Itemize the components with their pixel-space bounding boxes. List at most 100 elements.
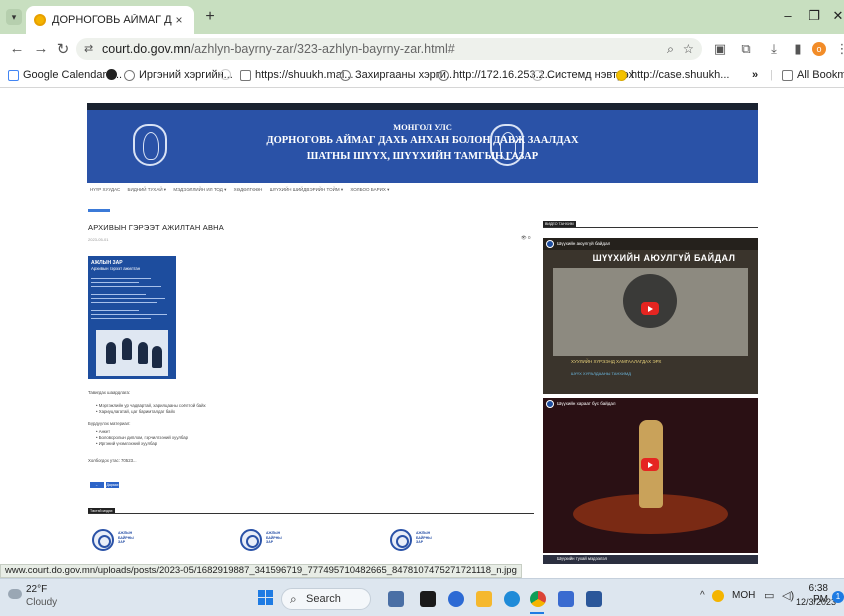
link-status-url: www.court.do.gov.mn/uploads/posts/2023-0…	[0, 564, 522, 578]
play-button-icon[interactable]	[641, 302, 659, 315]
calendar-icon	[8, 69, 19, 81]
menu-item-decisions[interactable]: ШҮҮХИЙН ШИЙДВЭРИЙН ТОЙМ ▾	[270, 187, 344, 192]
forward-icon[interactable]: →	[32, 40, 50, 57]
video-title: Шүүхийн хараат бус байдал	[557, 401, 616, 406]
extension-icon[interactable]: ▣	[712, 41, 728, 57]
address-bar[interactable]: ⇄ court.do.gov.mn/azhlyn-bayrny-zar/323-…	[76, 38, 702, 60]
profile-icon[interactable]: o	[812, 42, 826, 56]
file-explorer-icon[interactable]	[476, 591, 492, 607]
edge-icon[interactable]	[504, 591, 520, 607]
teams-icon[interactable]	[558, 591, 574, 607]
weather-condition[interactable]: Cloudy	[26, 597, 57, 608]
all-bookmarks-button[interactable]: All Bookmarks	[782, 69, 844, 81]
reload-icon[interactable]: ↻	[54, 40, 72, 58]
menu-item-home[interactable]: НҮҮР ХУУДАС	[90, 187, 120, 192]
search-person-icon	[92, 529, 114, 551]
body-text: Холбогдох утас: 70523...	[88, 458, 137, 463]
poster-text-line	[91, 318, 151, 319]
file-icon[interactable]	[420, 591, 436, 607]
bookmark-item[interactable]: https://shuukh.mai...	[240, 69, 353, 81]
separator-icon	[220, 69, 235, 80]
video-embed-info[interactable]: Шүүхийн тухай мэдээлэл	[543, 555, 758, 564]
restore-icon[interactable]: ❐	[804, 8, 824, 24]
site-main-menu: НҮҮР ХУУДАС БИДНИЙ ТУХАЙ ▾ МЭДЭЭЛЛИЙН ИЛ…	[90, 187, 395, 193]
chrome-icon[interactable]	[530, 591, 546, 607]
body-text: • Иргэний үнэмлэхний хуулбар	[96, 441, 158, 446]
tray-app-icon[interactable]	[712, 590, 724, 602]
download-icon[interactable]: ⤓	[766, 41, 782, 57]
related-news-card[interactable]: АЖЛЫН БАЙРНЫ ЗАР	[390, 529, 432, 555]
zoom-icon[interactable]: ⌕	[667, 38, 674, 60]
bookmark-item[interactable]: Иргэний хэргийн...	[124, 69, 233, 81]
site-favicon-icon	[34, 14, 46, 26]
menu-dots-icon[interactable]: ⋮	[834, 41, 844, 57]
back-icon[interactable]: ←	[8, 40, 26, 57]
tab-bar: ▾ ДОРНОГОВЬ АЙМАГ ДАХЬ Ш × + – ❐ ✕	[0, 0, 844, 34]
related-news-card[interactable]: АЖЛЫН БАЙРНЫ ЗАР	[92, 529, 134, 555]
globe-icon	[124, 69, 135, 81]
bookmark-star-icon[interactable]: ☆	[683, 38, 694, 60]
video-title: Шүүхийн аюулгүй байдал	[543, 238, 758, 250]
notification-badge[interactable]: 1	[832, 591, 844, 603]
body-text: • Боловсролын диплом, гэрчилгээний хуулб…	[96, 435, 189, 440]
minimize-icon[interactable]: –	[778, 8, 798, 23]
menu-item-about[interactable]: БИДНИЙ ТУХАЙ ▾	[128, 187, 167, 192]
tab-title: ДОРНОГОВЬ АЙМАГ ДАХЬ Ш	[52, 14, 172, 26]
clock-date[interactable]: 12/3/2023	[796, 597, 836, 607]
menu-item-transparency[interactable]: МЭДЭЭЛЛИЙН ИЛ ТОД ▾	[173, 187, 226, 192]
bookmarks-overflow-button[interactable]: »	[752, 69, 758, 81]
site-top-strip	[87, 103, 758, 110]
sidebar-icon[interactable]: ▮	[790, 41, 806, 57]
folder-icon	[782, 69, 793, 81]
play-button-icon[interactable]	[641, 458, 659, 471]
url-host: court.do.gov.mn	[102, 42, 191, 56]
new-tab-button[interactable]: +	[202, 9, 218, 26]
tray-chevron-icon[interactable]: ^	[700, 590, 705, 601]
volume-icon[interactable]: ◁)	[782, 589, 794, 602]
video-embed-independence[interactable]: Шүүхийн хараат бус байдал	[543, 398, 758, 553]
input-language[interactable]: МОН	[732, 590, 755, 601]
page-icon	[240, 69, 251, 81]
site-icon	[616, 69, 627, 81]
globe-icon	[532, 69, 543, 81]
network-icon[interactable]: ▭	[764, 589, 774, 602]
bookmarks-divider: |	[770, 69, 773, 81]
photos-app-icon[interactable]	[388, 591, 404, 607]
weather-temp[interactable]: 22°F	[26, 584, 47, 595]
close-window-icon[interactable]: ✕	[828, 8, 844, 24]
menu-item-movement[interactable]: ХӨДӨЛГӨӨН	[234, 187, 263, 192]
banner-title-line1: ДОРНОГОВЬ АЙМАГ ДАХЬ АНХАН БОЛОН ДАВЖ ЗА…	[266, 135, 579, 146]
site-info-icon[interactable]: ⇄	[84, 38, 93, 60]
bookmark-item[interactable]: http://case.shuukh...	[616, 69, 729, 81]
search-person-icon	[240, 529, 262, 551]
body-text: • Мэргэжлийн ур чадвартай, харилцааны со…	[96, 403, 206, 408]
word-icon[interactable]	[586, 591, 602, 607]
prev-post-button[interactable]: ← Өмнөх	[90, 482, 104, 493]
windows-start-icon[interactable]	[258, 590, 274, 606]
poster-text-line	[91, 294, 146, 295]
taskbar-search[interactable]: ⌕ Search	[281, 588, 371, 610]
channel-avatar-icon	[546, 400, 554, 408]
post-date: 2023-05-01	[88, 237, 109, 242]
menu-item-contact[interactable]: ХОЛБОО БАРИХ ▾	[350, 187, 389, 192]
poster-text-line	[91, 302, 157, 303]
puzzle-icon[interactable]: ⧉	[738, 41, 754, 57]
category-badge[interactable]	[88, 209, 110, 212]
tab-close-icon[interactable]: ×	[172, 13, 186, 27]
poster-text-line	[91, 282, 139, 283]
bookmark-item[interactable]: Google Calendar -...	[8, 69, 122, 81]
video-embed-security[interactable]: Шүүхийн аюулгүй байдал ШҮҮХИЙН АЮУЛГҮЙ Б…	[543, 238, 758, 394]
next-post-button[interactable]: Дараах	[106, 482, 119, 488]
job-ad-poster[interactable]: АЖЛЫН ЗАР Архивын гэрээт ажилтан	[88, 256, 176, 379]
tab-search-icon[interactable]: ▾	[6, 9, 22, 25]
poster-text-line	[91, 278, 151, 279]
active-tab[interactable]: ДОРНОГОВЬ АЙМАГ ДАХЬ Ш ×	[26, 6, 194, 34]
related-news-card[interactable]: АЖЛЫН БАЙРНЫ ЗАР	[240, 529, 282, 555]
poster-text-line	[91, 286, 161, 287]
view-count: 👁 0	[521, 235, 531, 240]
video-caption-sub: ШҮҮХ ХУРАЛДААНЫ ТАНХИМД	[571, 371, 631, 376]
github-icon[interactable]	[106, 69, 121, 80]
edge-browser-icon[interactable]	[448, 591, 464, 607]
taskbar-search-label: Search	[306, 593, 341, 605]
windows-taskbar: 22°F Cloudy ⌕ Search ^ МОН ▭ ◁) 6:38 PM …	[0, 578, 844, 616]
